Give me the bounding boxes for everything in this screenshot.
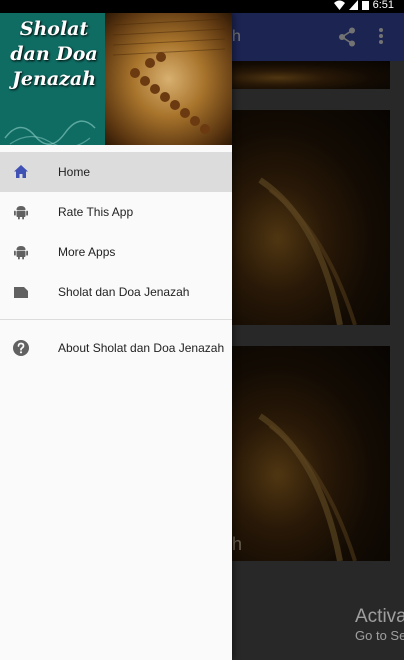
drawer-menu: Home Rate This App More Apps Sholat dan … <box>0 145 232 368</box>
menu-item-home[interactable]: Home <box>0 152 232 192</box>
watermark-line2: Go to Settings <box>355 628 404 643</box>
folder-icon <box>14 287 28 298</box>
navigation-drawer: Sholat dan Doa Jenazah Home Rate This Ap… <box>0 13 232 660</box>
status-bar: 6:51 <box>0 0 404 13</box>
drawer-header: Sholat dan Doa Jenazah <box>0 13 232 145</box>
quran-page-icon <box>112 18 226 134</box>
menu-item-sholat-doa[interactable]: Sholat dan Doa Jenazah <box>0 272 232 312</box>
drawer-header-title: Sholat dan Doa Jenazah <box>4 17 104 92</box>
menu-item-label: More Apps <box>58 245 116 259</box>
menu-item-about[interactable]: About Sholat dan Doa Jenazah <box>0 328 232 368</box>
quran-image <box>105 13 232 145</box>
header-title-line: Sholat <box>19 18 89 40</box>
watermark-line1: Activate Windows <box>355 606 404 627</box>
header-title-line: Jenazah <box>11 68 97 90</box>
calligraphy-icon <box>4 120 96 145</box>
status-icons: 6:51 <box>333 0 394 11</box>
signal-icon <box>348 0 358 10</box>
home-icon <box>14 165 28 178</box>
status-time: 6:51 <box>372 0 394 11</box>
android-icon <box>14 246 28 260</box>
menu-item-label: Sholat dan Doa Jenazah <box>58 285 190 299</box>
header-title-line: dan Doa <box>10 43 98 65</box>
menu-item-more-apps[interactable]: More Apps <box>0 232 232 272</box>
battery-icon <box>361 1 369 10</box>
help-icon <box>13 340 29 356</box>
windows-watermark: Activate Windows Go to Settings <box>355 606 404 644</box>
menu-divider <box>0 319 232 320</box>
menu-item-label: Rate This App <box>58 205 134 219</box>
menu-item-label: About Sholat dan Doa Jenazah <box>58 341 225 355</box>
menu-item-label: Home <box>58 165 91 179</box>
wifi-icon <box>333 0 345 10</box>
android-icon <box>14 206 28 220</box>
menu-item-rate-app[interactable]: Rate This App <box>0 192 232 232</box>
